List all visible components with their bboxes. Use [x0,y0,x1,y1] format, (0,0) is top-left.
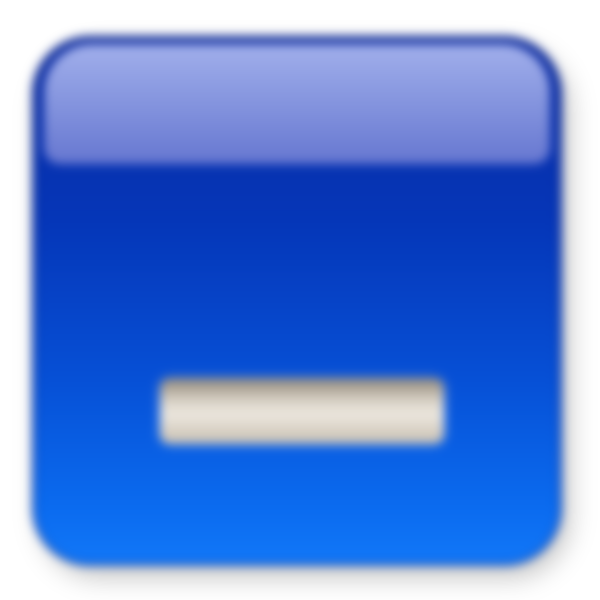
minus-icon [160,378,444,444]
minus-button[interactable] [32,36,562,566]
gloss-highlight [44,44,550,164]
canvas [0,0,600,600]
